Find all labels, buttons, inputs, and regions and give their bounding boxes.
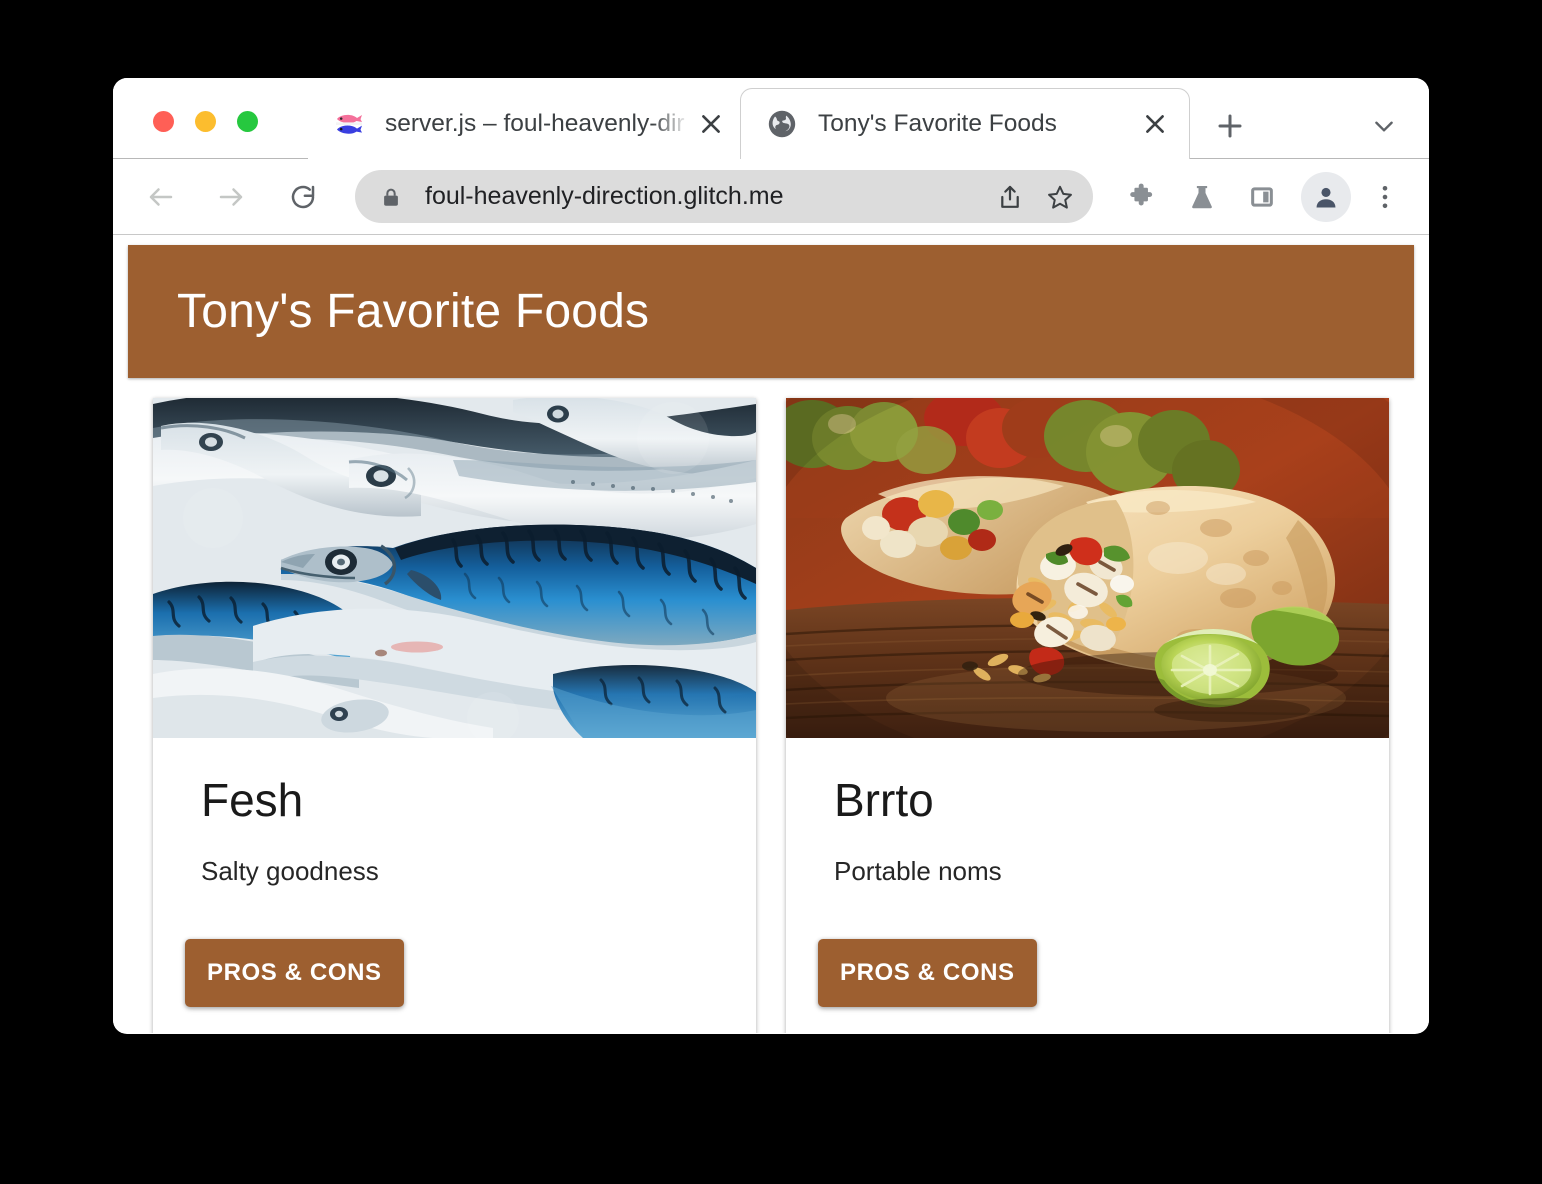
card-image-burrito	[786, 398, 1389, 738]
back-button[interactable]	[135, 171, 187, 223]
person-icon	[1316, 187, 1336, 207]
food-card: Brrto Portable noms PROS & CONS	[786, 398, 1389, 1033]
toolbar-action-icons	[1107, 171, 1425, 222]
share-icon[interactable]	[985, 172, 1035, 222]
tab-title: Tony's Favorite Foods	[818, 110, 1057, 137]
fish-flag-icon	[334, 109, 364, 139]
browser-window: server.js – foul-heavenly-dir Tony's Fav…	[113, 78, 1429, 1034]
address-bar[interactable]: foul-heavenly-direction.glitch.me	[355, 170, 1093, 223]
card-heading: Brrto	[834, 774, 934, 826]
plus-icon	[1218, 114, 1242, 138]
pros-and-cons-button[interactable]: PROS & CONS	[818, 939, 1037, 1008]
url-text[interactable]: foul-heavenly-direction.glitch.me	[425, 182, 985, 211]
site-header: Tony's Favorite Foods	[128, 245, 1414, 378]
maximize-window-button[interactable]	[237, 111, 258, 132]
tab-server-js[interactable]: server.js – foul-heavenly-dir	[308, 88, 745, 159]
chrome-menu-button[interactable]	[1363, 172, 1407, 222]
close-icon[interactable]	[1133, 102, 1177, 146]
three-dots-icon	[1382, 185, 1388, 208]
chrome-labs-button[interactable]	[1177, 172, 1227, 222]
close-window-button[interactable]	[153, 111, 174, 132]
card-actions: PROS & CONS	[153, 887, 756, 1033]
side-panel-button[interactable]	[1237, 172, 1287, 222]
tab-title: server.js – foul-heavenly-dir	[385, 109, 685, 137]
fresh-mackerel-fish-photo	[153, 398, 756, 738]
card-heading: Fesh	[201, 774, 304, 826]
tab-strip: server.js – foul-heavenly-dir Tony's Fav…	[113, 78, 1429, 159]
card-description: Portable noms	[834, 856, 1002, 887]
bookmark-star-icon[interactable]	[1035, 172, 1085, 222]
reload-button[interactable]	[277, 171, 329, 223]
card-description: Salty goodness	[201, 856, 379, 887]
minimize-window-button[interactable]	[195, 111, 216, 132]
card-actions: PROS & CONS	[786, 887, 1389, 1033]
page-title: Tony's Favorite Foods	[177, 285, 650, 338]
new-tab-button[interactable]	[1208, 104, 1252, 148]
card-body: Fesh Salty goodness	[153, 738, 756, 887]
puzzle-icon	[1130, 183, 1153, 206]
card-image-fish	[153, 398, 756, 738]
globe-icon	[767, 109, 797, 139]
close-icon[interactable]	[689, 102, 733, 146]
tab-search-button[interactable]	[1362, 104, 1406, 148]
flask-icon	[1192, 185, 1212, 208]
window-controls	[153, 111, 258, 132]
forward-button[interactable]	[205, 171, 257, 223]
browser-toolbar: foul-heavenly-direction.glitch.me	[113, 159, 1429, 235]
card-body: Brrto Portable noms	[786, 738, 1389, 887]
food-card-grid: Fesh Salty goodness PROS & CONS Brrto Po…	[153, 398, 1389, 1033]
page-viewport: Tony's Favorite Foods Fesh Salty goodnes…	[113, 235, 1429, 1033]
extensions-button[interactable]	[1117, 172, 1167, 222]
arrow-right-icon	[219, 187, 243, 206]
profile-avatar[interactable]	[1301, 171, 1351, 222]
arrow-left-icon	[149, 187, 173, 206]
food-card: Fesh Salty goodness PROS & CONS	[153, 398, 756, 1033]
reload-icon	[291, 185, 315, 208]
chevron-down-icon	[1375, 121, 1393, 132]
lock-icon[interactable]	[379, 185, 403, 209]
tab-tonys-favorite-foods[interactable]: Tony's Favorite Foods	[740, 88, 1190, 159]
pros-and-cons-button[interactable]: PROS & CONS	[185, 939, 404, 1008]
chicken-burrito-with-lime-photo	[786, 398, 1389, 738]
side-panel-icon	[1251, 186, 1273, 207]
